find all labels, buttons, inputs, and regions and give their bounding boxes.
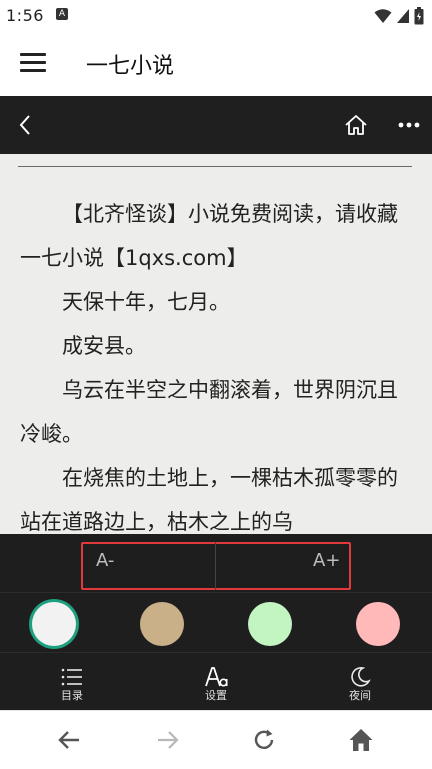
font-settings-icon [205, 667, 228, 687]
reader-bottom-menu: 目录 设置 夜间 [0, 652, 432, 710]
chapter-text: 【北齐怪谈】小说免费阅读，请收藏 一七小说【1qxs.com】 天保十年，七月。… [20, 192, 419, 534]
menu-catalog[interactable]: 目录 [42, 653, 102, 711]
chevron-left-icon[interactable] [14, 112, 38, 138]
hamburger-icon[interactable] [20, 50, 46, 76]
browser-nav-bar [0, 710, 432, 769]
menu-settings[interactable]: 设置 [186, 653, 246, 711]
battery-icon [414, 7, 424, 25]
menu-night-label: 夜间 [349, 689, 371, 702]
more-horizontal-icon[interactable] [396, 112, 422, 138]
paragraph: 成安县。 [62, 334, 146, 358]
paragraph: 乌云在半空之中翻滚着，世界阴沉且冷峻。 [20, 378, 398, 446]
reader-divider [18, 166, 412, 167]
font-size-highlight [81, 542, 351, 590]
refresh-icon[interactable] [251, 727, 277, 753]
reader-content[interactable]: 【北齐怪谈】小说免费阅读，请收藏 一七小说【1qxs.com】 天保十年，七月。… [0, 154, 432, 534]
font-size-panel: A- A+ [0, 534, 432, 592]
menu-night[interactable]: 夜间 [330, 653, 390, 711]
status-time: 1:56 [6, 6, 44, 25]
paragraph: 在烧焦的土地上，一棵枯木孤零零的站在道路边上，枯木之上的乌 [20, 466, 398, 534]
app-title: 一七小说 [86, 54, 175, 79]
back-arrow-icon[interactable] [57, 727, 83, 753]
forward-arrow-icon[interactable] [154, 727, 180, 753]
theme-swatch-white[interactable] [32, 602, 76, 646]
app-bar: 一七小说 [0, 32, 432, 96]
paragraph: 【北齐怪谈】小说免费阅读，请收藏 一七小说【1qxs.com】 [20, 202, 419, 270]
theme-swatch-tan[interactable] [140, 602, 184, 646]
reader-toolbar [0, 96, 432, 154]
font-increase-button[interactable]: A+ [313, 550, 340, 571]
theme-panel [0, 592, 432, 652]
theme-swatch-green[interactable] [248, 602, 292, 646]
list-icon [61, 668, 82, 686]
menu-catalog-label: 目录 [61, 689, 83, 702]
home-icon[interactable] [348, 727, 374, 753]
theme-swatch-pink[interactable] [356, 602, 400, 646]
menu-settings-label: 设置 [205, 689, 227, 702]
paragraph: 天保十年，七月。 [62, 290, 230, 314]
wifi-icon [374, 9, 392, 23]
moon-icon [351, 667, 371, 687]
status-bar: 1:56 A [0, 0, 432, 32]
signal-icon [397, 9, 409, 23]
font-size-divider [215, 542, 216, 590]
font-decrease-button[interactable]: A- [96, 550, 114, 571]
notification-icon: A [56, 8, 68, 20]
status-icons [374, 7, 424, 25]
home-outline-icon[interactable] [343, 112, 369, 138]
